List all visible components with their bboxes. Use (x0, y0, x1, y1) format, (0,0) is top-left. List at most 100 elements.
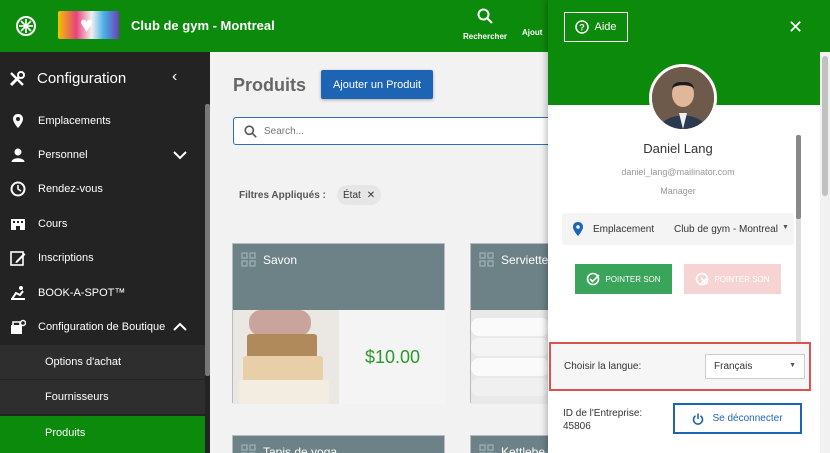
drawer-scrollbar[interactable] (796, 135, 801, 345)
punch-in-button[interactable]: POINTER SON (575, 264, 672, 294)
tools-icon (9, 71, 25, 87)
avatar (649, 64, 717, 132)
sidebar-item-label: Cours (38, 218, 68, 230)
spot-icon (11, 286, 25, 300)
question-icon: ? (575, 20, 590, 34)
clock-icon (10, 181, 26, 197)
sidebar-item-emplacements[interactable]: Emplacements (0, 104, 205, 138)
chevron-down-icon: ▼ (782, 224, 789, 231)
grid-icon (241, 444, 256, 453)
collapse-sidebar-icon[interactable]: ‹ (172, 68, 177, 86)
sidebar-item-label: Configuration de Boutique (38, 321, 166, 333)
filters-label: Filtres Appliqués : (239, 190, 326, 201)
product-name: Serviette (501, 253, 549, 267)
filter-chip-label: État (343, 189, 361, 201)
page-title: Produits (233, 75, 307, 95)
product-name: Tapis de yoga (263, 445, 338, 453)
sidebar-item-label: BOOK-A-SPOT™ (38, 287, 126, 299)
person-icon (11, 148, 25, 162)
sidebar-item-label: Rendez-vous (38, 183, 103, 195)
filter-chip[interactable]: État ✕ (337, 185, 382, 205)
club-title: Club de gym - Montreal (131, 18, 275, 33)
sidebar-item-label: Personnel (38, 149, 88, 161)
page-scrollbar[interactable] (820, 52, 830, 453)
sidebar-item-label: Emplacements (38, 115, 111, 127)
close-icon[interactable]: ✕ (367, 190, 375, 201)
svg-text:?: ? (580, 23, 586, 33)
logout-button[interactable]: Se déconnecter (673, 403, 802, 434)
help-label: Aide (594, 21, 617, 33)
sidebar: Configuration ‹ Emplacements Personnel R… (0, 52, 210, 453)
sidebar-item-personnel[interactable]: Personnel (0, 138, 205, 172)
language-label: Choisir la langue: (564, 361, 642, 372)
company-value: 45806 (563, 421, 591, 432)
search-label: Rechercher (462, 32, 508, 41)
company-id: ID de l'Entreprise: 45806 (563, 407, 642, 433)
clock-in-icon (587, 272, 601, 286)
edit-icon (10, 251, 26, 266)
sidebar-item-label: Options d'achat (45, 356, 122, 368)
punch-out-label: POINTER SON (714, 274, 770, 284)
product-card-tapis[interactable]: Tapis de yoga (232, 435, 445, 453)
product-image (233, 310, 339, 404)
close-icon[interactable]: ✕ (788, 17, 803, 38)
location-value: Club de gym - Montreal (674, 224, 778, 235)
sidebar-title: Configuration (37, 70, 127, 87)
punch-in-label: POINTER SON (605, 274, 661, 284)
sidebar-header: Configuration ‹ (0, 52, 210, 104)
sidebar-item-options-achat[interactable]: Options d'achat (0, 345, 205, 379)
sidebar-item-label: Fournisseurs (45, 391, 109, 403)
sidebar-item-configuration-boutique[interactable]: Configuration de Boutique (0, 310, 205, 344)
scrollbar-thumb[interactable] (796, 135, 801, 219)
language-value: Français (714, 361, 753, 372)
sidebar-item-inscriptions[interactable]: Inscriptions (0, 241, 205, 275)
product-card-savon[interactable]: Savon $10.00 (232, 243, 446, 404)
snowflake-icon[interactable] (0, 0, 52, 52)
user-role: Manager (660, 186, 696, 196)
sidebar-item-label: Produits (45, 427, 86, 439)
sidebar-item-produits[interactable]: Produits (0, 416, 205, 453)
search-input[interactable] (264, 122, 544, 140)
club-logo: ♥ (58, 11, 119, 39)
search-button[interactable]: Rechercher (458, 8, 512, 41)
chevron-down-icon (173, 151, 187, 160)
search-icon (244, 125, 257, 138)
language-row: Choisir la langue: Français ▼ (549, 342, 811, 391)
scrollbar-thumb[interactable] (822, 56, 828, 196)
location-label: Emplacement (593, 224, 655, 235)
location-selector[interactable]: Emplacement Club de gym - Montreal ▼ (562, 213, 794, 245)
map-pin-icon (573, 222, 583, 236)
grid-icon (479, 252, 494, 267)
user-name: Daniel Lang (643, 141, 713, 156)
grid-icon (479, 444, 494, 453)
building-icon (11, 219, 25, 230)
product-card-header: Tapis de yoga (233, 436, 444, 453)
chevron-up-icon (173, 322, 187, 331)
logout-label: Se déconnecter (712, 413, 783, 424)
product-name: Savon (263, 253, 298, 267)
sidebar-item-cours[interactable]: Cours (0, 207, 205, 241)
company-label: ID de l'Entreprise: (563, 408, 643, 419)
punch-out-button[interactable]: POINTER SON (684, 264, 781, 294)
sidebar-item-rendez-vous[interactable]: Rendez-vous (0, 172, 205, 206)
add-product-button[interactable]: Ajouter un Produit (321, 70, 433, 99)
product-name: Kettlebe (501, 445, 546, 453)
help-button[interactable]: ? Aide (564, 12, 628, 42)
sidebar-item-fournisseurs[interactable]: Fournisseurs (0, 380, 205, 414)
chevron-down-icon: ▼ (789, 362, 796, 369)
user-drawer: ? Aide ✕ Daniel Lang daniel_lang@mailina… (548, 0, 830, 453)
sidebar-item-label: Inscriptions (38, 252, 94, 264)
search-field[interactable] (233, 117, 553, 145)
grid-icon (241, 252, 256, 267)
main-content: Produits Ajouter un Produit Filtres Appl… (210, 52, 684, 453)
language-select[interactable]: Français ▼ (705, 354, 805, 379)
search-icon (477, 8, 493, 24)
power-icon (693, 413, 704, 425)
product-card-header: Savon (233, 244, 444, 310)
clock-out-icon (696, 272, 709, 286)
sidebar-item-book-a-spot[interactable]: BOOK-A-SPOT™ (0, 276, 205, 310)
user-email: daniel_lang@mailinator.com (621, 167, 735, 177)
map-pin-icon (13, 114, 23, 128)
add-button[interactable]: Ajout (522, 28, 542, 37)
shop-config-icon (11, 319, 26, 334)
